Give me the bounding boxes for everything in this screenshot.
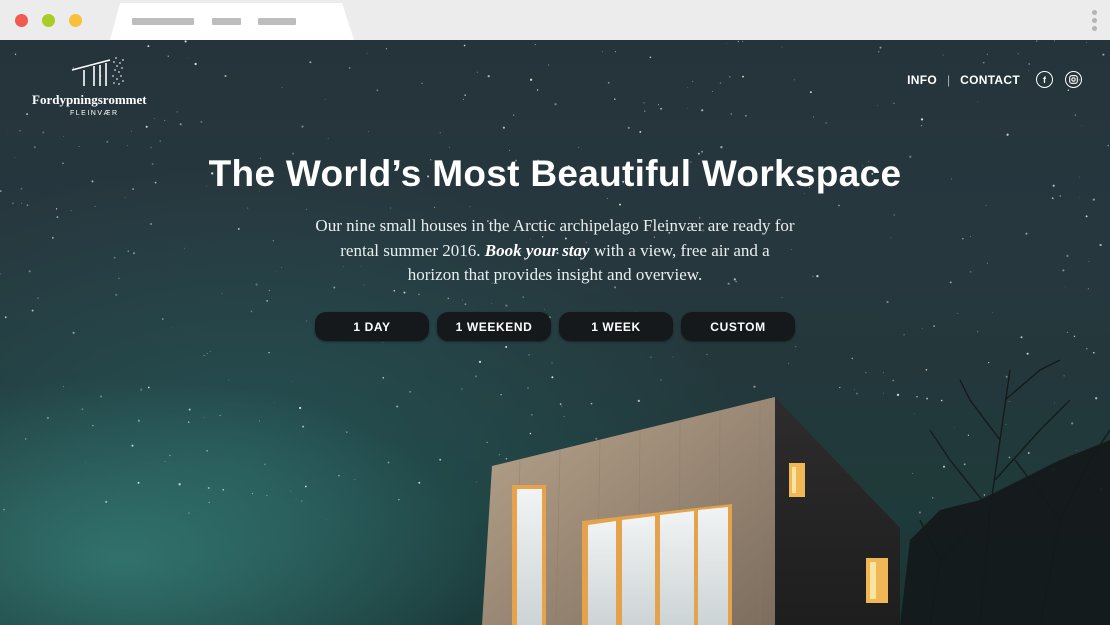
- logo-mark-icon: [71, 57, 124, 86]
- brand-name: Fordypningsrommet: [32, 92, 147, 107]
- instagram-icon[interactable]: [1065, 71, 1082, 88]
- book-1-weekend-button[interactable]: 1 WEEKEND: [437, 312, 551, 341]
- browser-menu-icon[interactable]: [1092, 10, 1098, 32]
- booking-options: 1 DAY 1 WEEKEND 1 WEEK CUSTOM: [315, 312, 795, 341]
- tab-title-placeholder: [132, 18, 194, 25]
- maximize-window-button[interactable]: [69, 14, 82, 27]
- book-1-day-button[interactable]: 1 DAY: [315, 312, 429, 341]
- brand-subtitle: FLEINVÆR: [70, 110, 119, 117]
- book-your-stay-link[interactable]: Book your stay: [485, 241, 590, 260]
- minimize-window-button[interactable]: [42, 14, 55, 27]
- close-window-button[interactable]: [15, 14, 28, 27]
- tab-title-placeholder: [258, 18, 296, 25]
- facebook-icon[interactable]: f: [1036, 71, 1053, 88]
- hero-description: Our nine small houses in the Arctic arch…: [315, 214, 795, 288]
- browser-tab[interactable]: [110, 3, 354, 40]
- book-custom-button[interactable]: CUSTOM: [681, 312, 795, 341]
- hero-title: The World’s Most Beautiful Workspace: [208, 153, 902, 194]
- hero-section: Fordypningsrommet FLEINVÆR INFO | CONTAC…: [0, 40, 1110, 625]
- nav-info-link[interactable]: INFO: [907, 73, 937, 87]
- book-1-week-button[interactable]: 1 WEEK: [559, 312, 673, 341]
- tab-title-placeholder: [212, 18, 241, 25]
- nav-contact-link[interactable]: CONTACT: [960, 73, 1020, 87]
- browser-chrome: [0, 0, 1110, 40]
- top-navigation: INFO | CONTACT f: [907, 71, 1082, 88]
- nav-separator: |: [947, 72, 951, 87]
- brand-logo[interactable]: Fordypningsrommet FLEINVÆR: [32, 54, 162, 124]
